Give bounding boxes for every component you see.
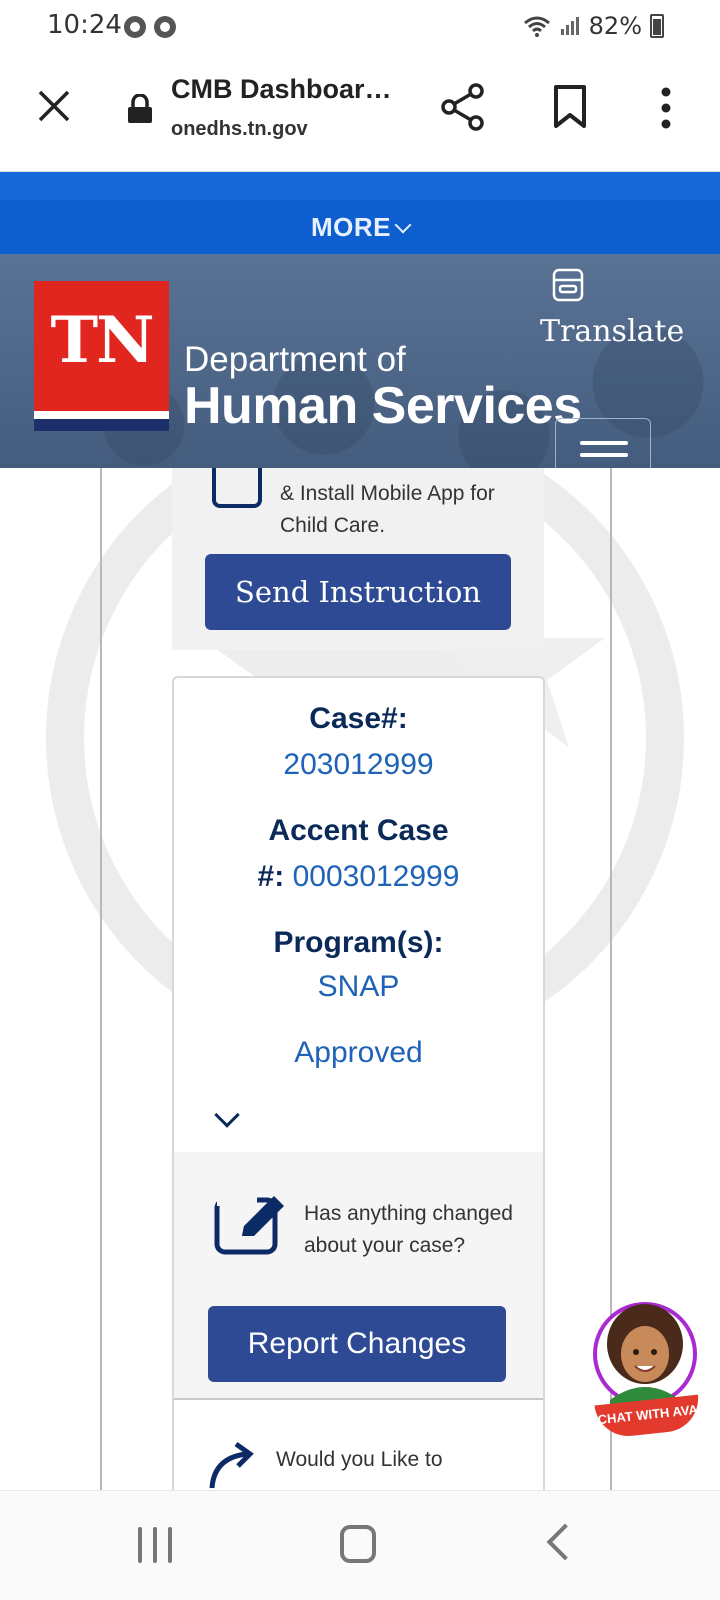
program-label: Program(s): (273, 926, 444, 959)
chrome-icon (154, 16, 176, 38)
logo-stripe (34, 419, 169, 431)
top-strip (0, 172, 720, 200)
menu-bar-line (580, 453, 628, 457)
more-label: MORE (311, 212, 391, 242)
next-section-text: Would you Like to (276, 1448, 443, 1471)
send-instruction-button[interactable]: Send Instruction (205, 554, 511, 630)
status-time: 10:24 (47, 10, 122, 40)
tn-logo-text: TN (50, 303, 154, 378)
more-menu-bar: MORE (0, 172, 720, 254)
report-changes-panel: Has anything changed about your case? Re… (174, 1152, 543, 1400)
chrome-icon (124, 16, 146, 38)
redirect-arrow-icon (209, 1441, 254, 1489)
install-instruction-text: & Install Mobile App for Child Care. (280, 482, 495, 537)
chevron-down-icon (394, 216, 412, 234)
hamburger-menu-button[interactable] (555, 418, 651, 468)
case-number-value[interactable]: 203012999 (174, 748, 543, 782)
back-icon[interactable] (546, 1523, 584, 1561)
wifi-icon (523, 16, 550, 37)
bookmark-icon[interactable] (552, 84, 588, 130)
logo-stripe (34, 411, 169, 419)
accent-case-line: #: 0003012999 (174, 860, 543, 894)
more-button[interactable]: MORE (0, 212, 720, 243)
recent-bar (153, 1527, 157, 1563)
more-vert-icon[interactable] (660, 86, 672, 130)
accent-case-label-suffix: #: (257, 860, 285, 893)
accent-case-value[interactable]: 0003012999 (293, 860, 460, 893)
case-card: Case#: 203012999 Accent Case #: 00030129… (172, 676, 545, 1490)
battery-percent: 82% (588, 12, 642, 40)
phone-icon (212, 468, 262, 508)
case-status[interactable]: Approved (174, 1036, 543, 1070)
mobile-app-panel: & Install Mobile App for Child Care. Sen… (172, 468, 544, 650)
recent-bar (138, 1527, 142, 1563)
home-icon[interactable] (340, 1525, 376, 1563)
report-changes-button[interactable]: Report Changes (208, 1306, 506, 1382)
url-domain[interactable]: onedhs.tn.gov (171, 118, 308, 141)
status-bar: 10:24 82% (0, 0, 720, 54)
edit-icon (214, 1192, 284, 1255)
column-divider (100, 468, 102, 1490)
chevron-down-icon[interactable] (214, 1102, 240, 1128)
changes-question: Has anything changed about your case? (304, 1202, 513, 1257)
system-nav-bar (0, 1490, 720, 1600)
site-header: TN Department of Human Services Translat… (0, 254, 720, 468)
status-indicators: 82% (523, 12, 664, 40)
program-value[interactable]: SNAP (174, 970, 543, 1004)
accent-case-label: Accent Case (268, 814, 449, 847)
translate-link[interactable]: Translate (540, 314, 684, 349)
department-title: Department of (184, 340, 406, 379)
signal-icon (560, 17, 579, 35)
page-title[interactable]: CMB Dashboar… (171, 74, 392, 105)
browser-toolbar: CMB Dashboar… onedhs.tn.gov (0, 54, 720, 172)
tn-logo[interactable]: TN (34, 281, 169, 431)
battery-icon (650, 14, 664, 38)
lock-icon (128, 94, 152, 123)
translate-icon[interactable] (552, 268, 584, 304)
case-number-label: Case#: (309, 702, 408, 735)
department-name: Human Services (184, 377, 582, 435)
close-icon[interactable] (36, 88, 72, 124)
menu-bar-line (580, 441, 628, 445)
recent-apps-icon[interactable] (138, 1527, 174, 1563)
share-icon[interactable] (440, 82, 486, 132)
recent-bar (168, 1527, 172, 1563)
